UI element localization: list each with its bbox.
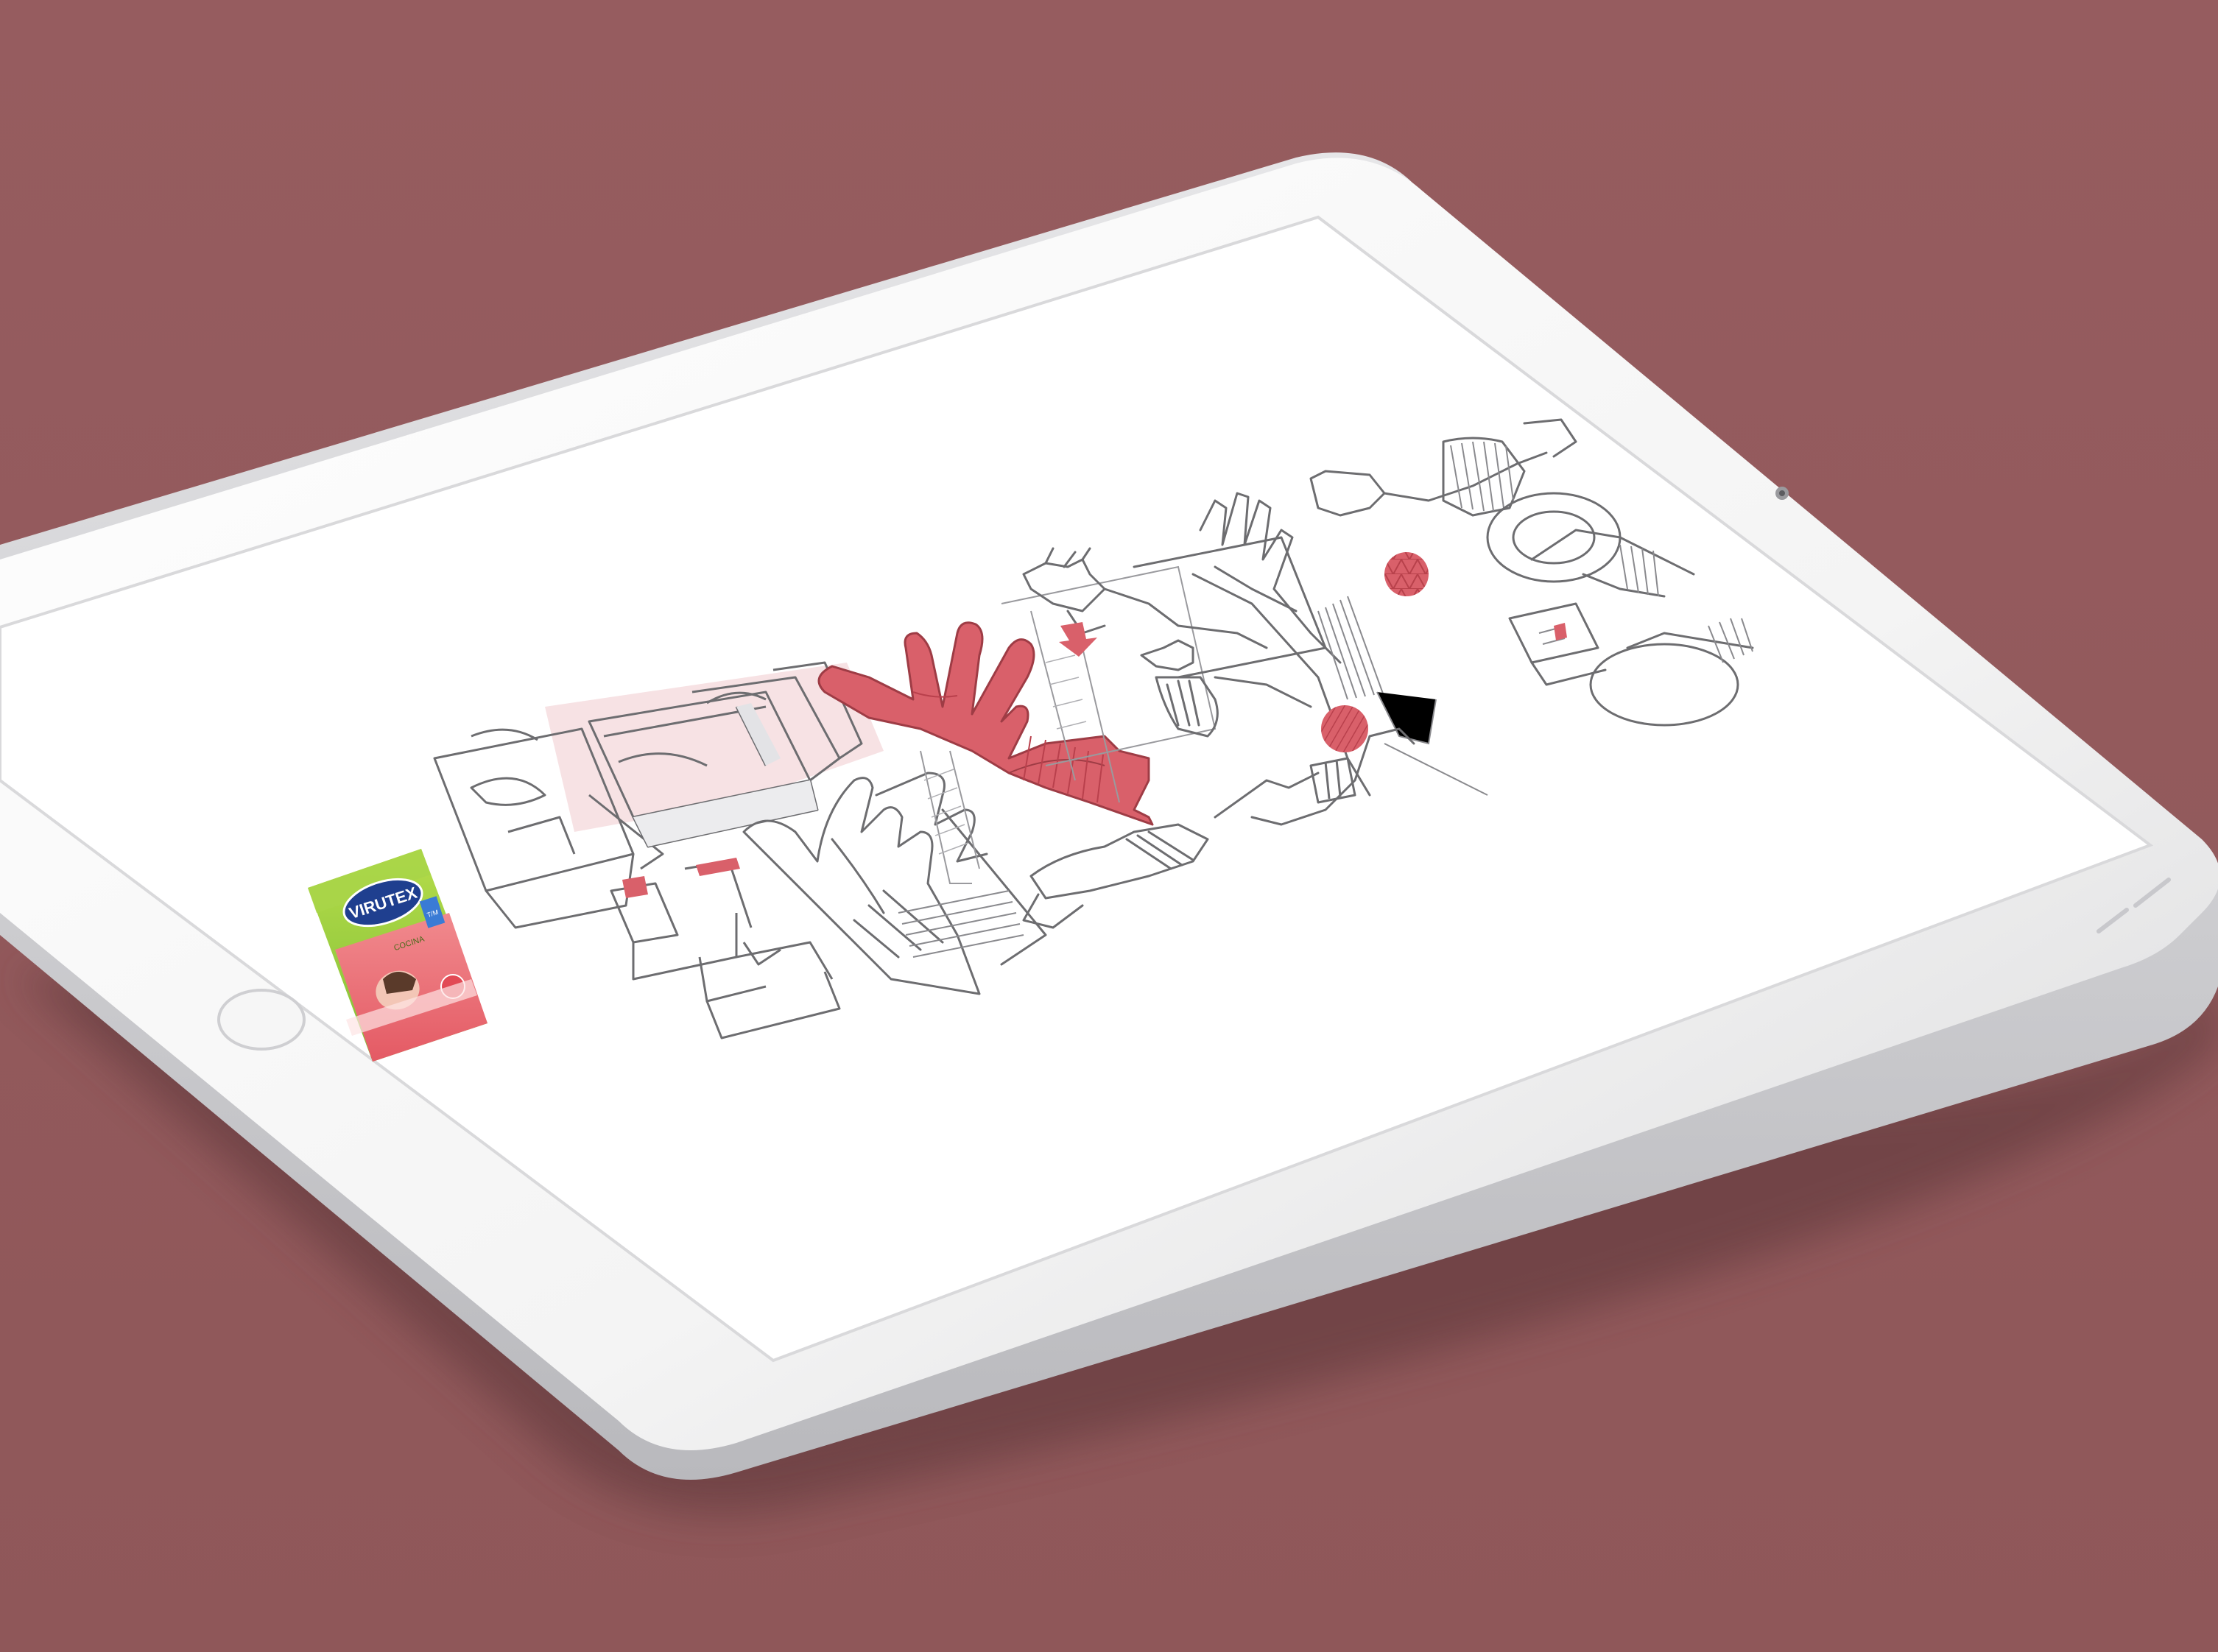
camera-lens [1779,490,1785,496]
home-button[interactable] [217,989,306,1051]
tablet-mockup-scene: VIRUTEX T/M COCINA [0,0,2218,1652]
mockup-stage: VIRUTEX T/M COCINA [0,0,2218,1652]
textured-dot-icon [1384,552,1429,596]
striped-dot-icon [1321,705,1368,752]
sink-accent [1554,623,1567,640]
